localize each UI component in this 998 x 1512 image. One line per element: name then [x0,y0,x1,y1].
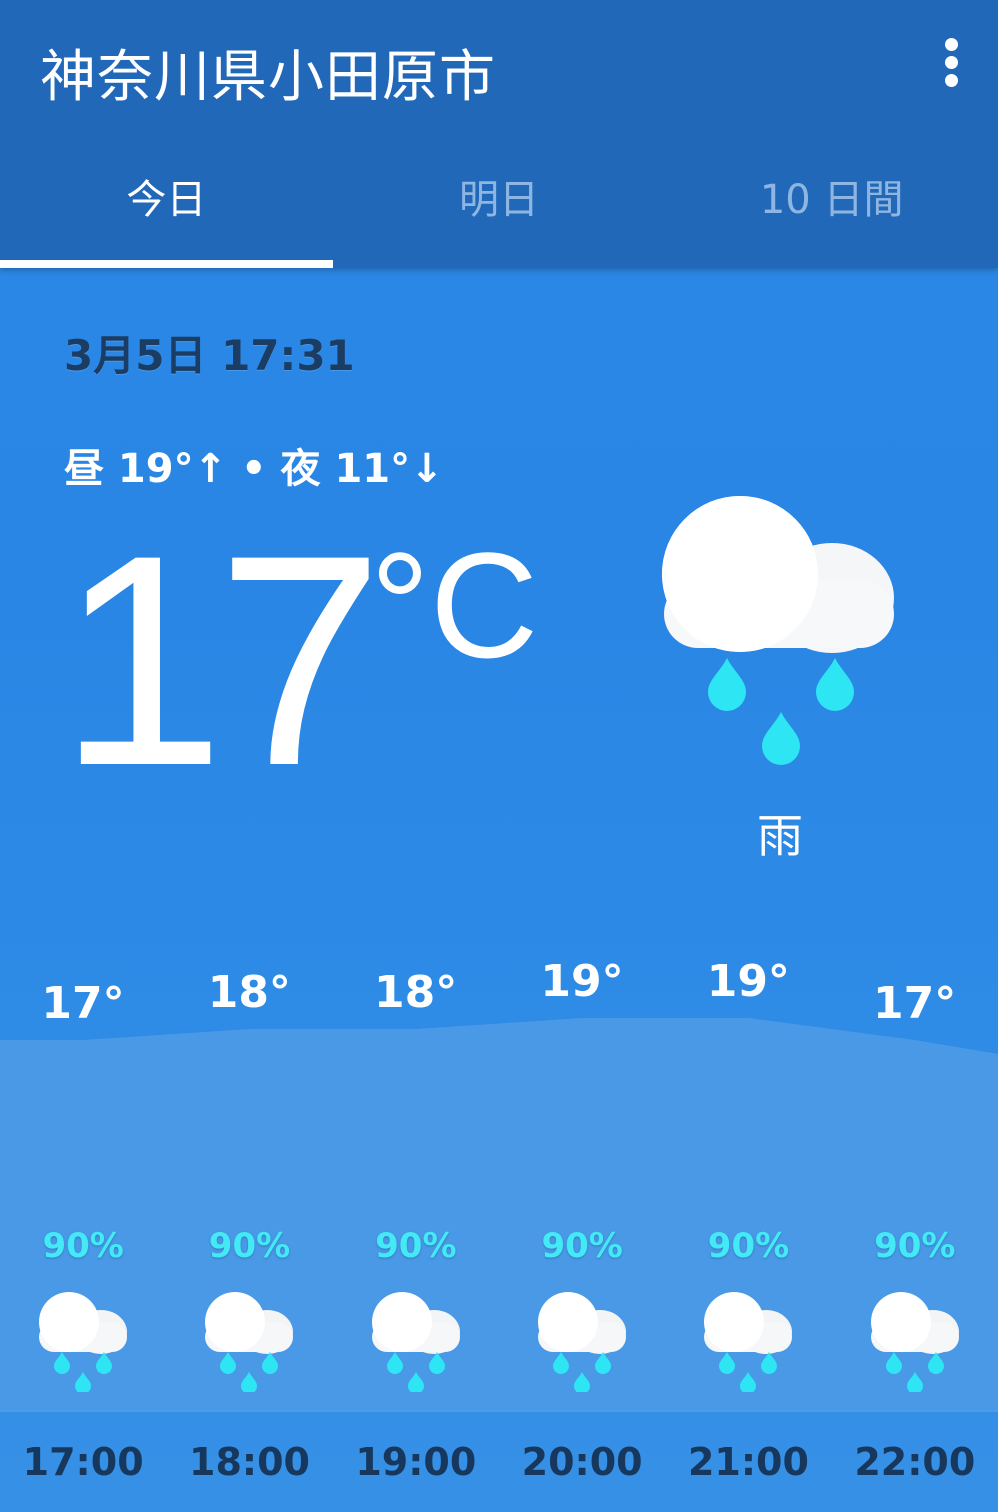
hourly-icons [0,1288,998,1392]
hourly-temp: 18° [374,967,458,1018]
hourly-time: 19:00 [355,1440,477,1484]
current-temperature: 17 [58,492,384,828]
menu-dot [945,56,958,69]
weather-condition: 雨 [757,809,803,863]
hourly-time: 21:00 [687,1440,809,1484]
hourly-icon-cell [499,1288,665,1392]
rain-cloud-icon [39,1292,128,1392]
rain-cloud-icon [662,496,894,765]
hourly-time: 20:00 [521,1440,643,1484]
rain-cloud-icon [870,1292,959,1392]
precipitation-row: 90% 90% 90% 90% 90% 90% [0,1226,998,1266]
hourly-icon-cell [665,1288,831,1392]
rain-cloud-icon [371,1292,460,1392]
hourly-temp: 18° [207,967,291,1018]
precip-chance: 90% [375,1226,457,1266]
precip-chance: 90% [208,1226,291,1266]
more-options-icon[interactable] [930,30,974,94]
hourly-temperatures: 17° 18° 18° 19° 19° 17° [0,940,998,1029]
hourly-icon-cell [166,1288,332,1392]
hourly-temp: 19° [706,956,790,1007]
rain-cloud-icon [704,1292,793,1392]
hourly-time: 18:00 [189,1440,310,1484]
menu-dot [945,74,958,87]
tab-today[interactable]: 今日 [0,150,333,268]
divider [0,1410,998,1412]
hourly-icon-cell [832,1288,998,1392]
menu-dot [945,38,958,51]
hourly-icon-cell [333,1288,499,1392]
temperature-unit: °C [370,521,539,689]
precip-chance: 90% [541,1226,623,1266]
rain-cloud-icon [205,1292,294,1392]
current-datetime: 3月5日 17:31 [64,331,355,380]
tab-10-days[interactable]: 10 日間 [665,150,998,268]
tab-tomorrow[interactable]: 明日 [333,150,666,268]
hourly-temp: 17° [873,978,957,1029]
hourly-time: 22:00 [854,1440,976,1484]
hourly-icon-cell [0,1288,166,1392]
precip-chance: 90% [707,1226,790,1266]
hourly-temp: 19° [540,956,624,1007]
day-night-temps: 昼 19°↑ • 夜 11°↓ [64,446,444,492]
app-bar: 神奈川県小田原市 今日 明日 10 日間 [0,0,998,268]
precip-chance: 90% [42,1226,124,1266]
tab-bar: 今日 明日 10 日間 [0,150,998,268]
rain-cloud-icon [538,1292,627,1392]
hourly-times: 17:00 18:00 19:00 20:00 21:00 22:00 [0,1440,998,1484]
hourly-time: 17:00 [22,1440,144,1484]
location-title: 神奈川県小田原市 [40,45,496,110]
hourly-temp: 17° [41,978,125,1029]
precip-chance: 90% [874,1226,956,1266]
